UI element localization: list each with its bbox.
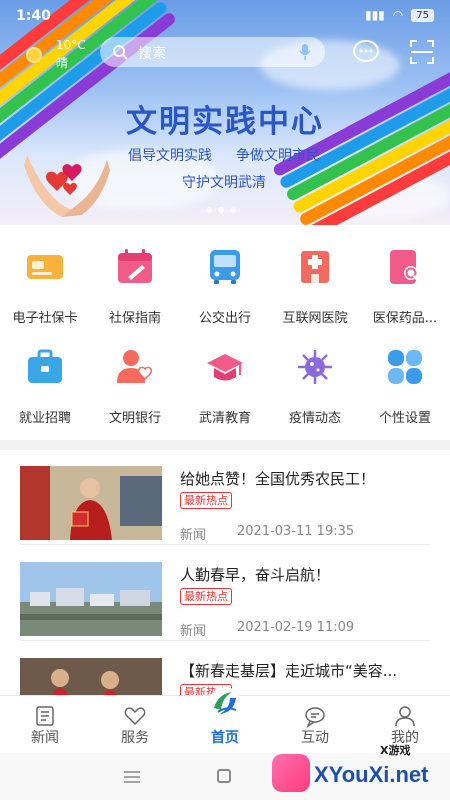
watermark: X游戏 XYouXi.net <box>272 740 442 796</box>
chat-icon <box>305 707 325 728</box>
news-item[interactable]: 给她点赞！全国优秀农民工！ 最新热点 新闻 2021-03-11 19:35 <box>20 450 430 545</box>
news-thumbnail <box>20 562 162 636</box>
news-source: 新闻 <box>180 624 207 639</box>
service-label: 互联网医院 <box>282 311 348 326</box>
service-hospital[interactable]: 互联网医院 <box>270 225 360 326</box>
tab-home[interactable]: 首页 <box>180 687 270 754</box>
search-input[interactable]: 搜索 <box>100 37 325 67</box>
service-label: 社保指南 <box>108 311 161 326</box>
watermark-text: XYouXi.net <box>314 762 429 787</box>
news-title: 【新春走基层】走近城市“美容... <box>180 662 398 680</box>
service-label: 个性设置 <box>378 411 431 426</box>
message-icon[interactable] <box>352 38 380 66</box>
service-label: 医保药品... <box>372 311 438 326</box>
service-grid: 电子社保卡 社保指南 公交出行 互联网医院 医保药品... 就业招聘 文明银行 … <box>0 225 450 440</box>
service-label: 武清教育 <box>198 411 251 426</box>
home-square-icon[interactable] <box>217 769 231 783</box>
medicine-search-icon <box>390 250 422 284</box>
news-title: 人勤春早，奋斗启航！ <box>180 566 331 584</box>
weather-widget[interactable]: 10°C 晴 <box>24 38 94 72</box>
service-education[interactable]: 武清教育 <box>180 325 270 426</box>
signal-icon: ▮▮▮ <box>364 8 385 22</box>
banner[interactable]: 1:40 ▮▮▮ ◠ 75 10°C 晴 搜索 文明实践中心 倡导文明实践 争做… <box>0 0 450 225</box>
banner-slogan: 倡导文明实践 <box>128 148 212 164</box>
news-tag: 最新热点 <box>180 492 232 509</box>
menu-icon[interactable] <box>124 771 140 783</box>
sun-icon <box>26 47 42 63</box>
news-list: 给她点赞！全国优秀农民工！ 最新热点 新闻 2021-03-11 19:35 人… <box>0 450 450 695</box>
user-heart-icon <box>117 350 153 383</box>
service-settings[interactable]: 个性设置 <box>360 325 450 426</box>
wifi-icon: ◠ <box>392 8 404 22</box>
hands-hearts-illustration <box>24 155 110 217</box>
microphone-icon[interactable] <box>299 44 311 60</box>
service-label: 就业招聘 <box>18 411 71 426</box>
social-card-icon <box>27 255 63 279</box>
calendar-guide-icon <box>118 249 152 283</box>
settings-grid-icon <box>388 350 422 384</box>
news-date: 2021-03-11 19:35 <box>237 524 355 539</box>
tab-label: 服务 <box>121 730 149 746</box>
tab-service[interactable]: 服务 <box>90 696 180 754</box>
banner-slogan: 守护文明武清 <box>182 175 266 191</box>
news-thumbnail <box>20 466 162 540</box>
virus-icon <box>298 350 332 384</box>
service-social-card[interactable]: 电子社保卡 <box>0 225 90 326</box>
news-thumbnail <box>20 658 162 695</box>
gamepad-logo-icon <box>272 754 310 792</box>
news-title: 给她点赞！全国优秀农民工！ <box>180 470 376 488</box>
home-logo-icon <box>209 687 241 719</box>
battery-icon: 75 <box>411 8 434 22</box>
news-tag: 最新热点 <box>180 588 232 605</box>
service-label: 电子社保卡 <box>12 311 78 326</box>
status-time: 1:40 <box>16 8 51 24</box>
news-source: 新闻 <box>180 528 207 543</box>
search-placeholder: 搜索 <box>138 46 166 62</box>
watermark-sub: X游戏 <box>380 744 411 757</box>
user-icon <box>395 706 415 727</box>
scan-icon[interactable] <box>408 38 436 66</box>
news-date: 2021-02-19 11:09 <box>237 620 355 635</box>
news-icon <box>36 706 54 726</box>
search-icon <box>113 45 128 60</box>
service-medicine[interactable]: 医保药品... <box>360 225 450 326</box>
bus-icon <box>210 250 240 284</box>
hospital-icon <box>301 251 329 283</box>
tab-news[interactable]: 新闻 <box>0 696 90 754</box>
banner-slogan: 争做文明市民 <box>236 148 320 164</box>
service-label: 疫情动态 <box>288 411 341 426</box>
temperature: 10°C <box>56 38 86 52</box>
carousel-indicator <box>206 207 236 213</box>
service-guide[interactable]: 社保指南 <box>90 225 180 326</box>
service-label: 文明银行 <box>108 411 161 426</box>
tab-label: 新闻 <box>31 730 59 746</box>
graduation-cap-icon <box>207 354 243 381</box>
news-item[interactable]: 人勤春早，奋斗启航！ 最新热点 新闻 2021-02-19 11:09 <box>20 546 430 641</box>
status-bar: 1:40 ▮▮▮ ◠ 75 <box>0 0 450 32</box>
heart-icon <box>124 707 146 726</box>
service-epidemic[interactable]: 疫情动态 <box>270 325 360 426</box>
service-jobs[interactable]: 就业招聘 <box>0 325 90 426</box>
weather-condition: 晴 <box>56 56 69 70</box>
service-bus[interactable]: 公交出行 <box>180 225 270 326</box>
service-bank[interactable]: 文明银行 <box>90 325 180 426</box>
banner-title: 文明实践中心 <box>126 104 324 140</box>
tab-label: 首页 <box>211 730 239 746</box>
briefcase-icon <box>28 349 62 383</box>
service-label: 公交出行 <box>198 311 251 326</box>
